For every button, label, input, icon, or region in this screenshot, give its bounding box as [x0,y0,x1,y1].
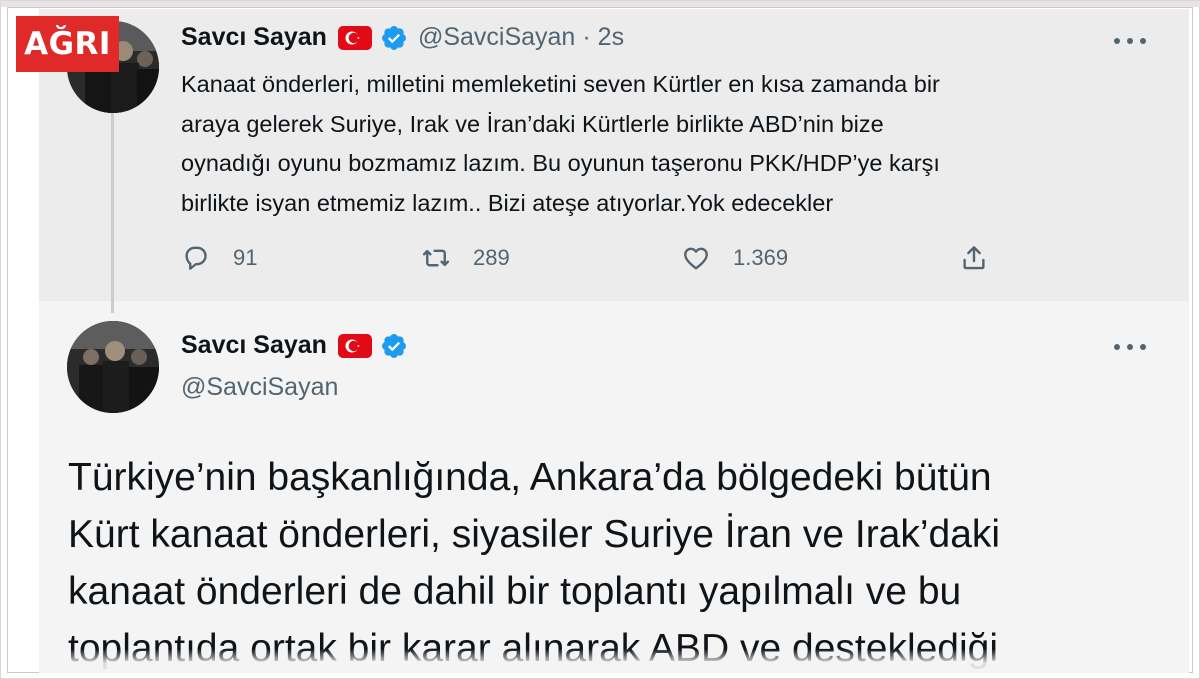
reply-tweet-header: Savcı Sayan @SavciSayan · 2s [181,23,624,52]
handle[interactable]: @SavciSayan [418,23,575,52]
separator-dot: · [582,23,591,51]
reply-button[interactable]: 91 [181,243,257,273]
thread-connector-line [111,113,114,313]
like-count: 1.369 [733,245,789,270]
brand-logo: AĞRI [16,16,119,72]
retweet-button[interactable]: 289 [421,243,510,273]
verified-badge-icon [381,25,406,50]
like-button[interactable]: 1.369 [681,243,788,273]
handle[interactable]: @SavciSayan [181,373,338,402]
avatar-photo-icon [67,321,159,413]
bottom-fade [39,649,1189,673]
share-button[interactable] [959,243,989,273]
screenshot-frame: AĞRI Savcı Sayan @SavciSayan · 2s Kanaat… [0,0,1200,679]
share-icon [963,246,985,270]
reply-icon [185,246,207,270]
verified-badge-icon [381,333,406,358]
main-tweet-header: Savcı Sayan [181,331,408,360]
display-name[interactable]: Savcı Sayan [181,331,327,360]
display-name[interactable]: Savcı Sayan [181,23,327,52]
turkey-flag-icon [337,333,372,358]
main-tweet-text: Türkiye’nin başkanlığında, Ankara’da böl… [68,456,1001,670]
more-icon[interactable] [1114,31,1146,51]
turkey-flag-icon [337,25,372,50]
more-icon[interactable] [1114,337,1146,357]
retweet-count: 289 [473,245,510,270]
tweet-actions: 91 289 1.369 [181,243,1001,279]
reply-count: 91 [233,245,258,270]
like-icon [684,247,708,270]
reply-tweet-text: Kanaat önderleri, milletini memleketini … [181,71,940,216]
retweet-icon [422,249,450,267]
timestamp[interactable]: 2s [598,23,624,52]
avatar[interactable] [67,321,159,413]
